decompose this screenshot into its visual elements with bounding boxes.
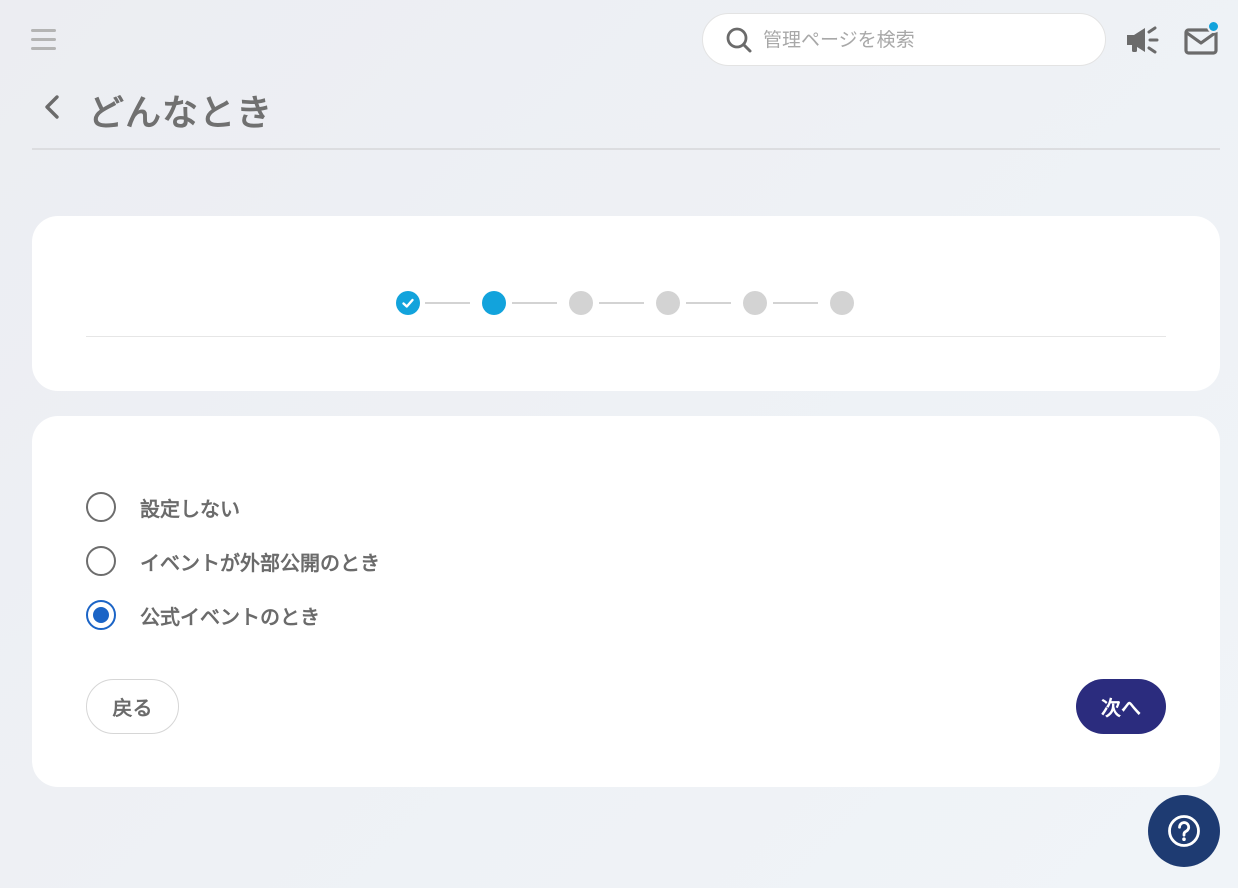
title-divider [32, 148, 1220, 150]
step-2-current [482, 291, 506, 315]
step-3 [569, 291, 593, 315]
page-title: どんなとき [88, 93, 274, 134]
progress-stepper [396, 291, 856, 315]
radio-label: 公式イベントのとき [140, 604, 320, 629]
search-input[interactable] [763, 28, 1083, 51]
step-1-completed [396, 291, 420, 315]
menu-icon-line [31, 38, 56, 41]
announcements-button[interactable] [1124, 24, 1160, 56]
step-connector [686, 302, 731, 304]
help-icon [1168, 815, 1200, 847]
step-connector [599, 302, 644, 304]
menu-icon-line [31, 47, 56, 50]
stepper-divider [86, 336, 1166, 337]
step-connector [425, 302, 470, 304]
stepper-card [32, 216, 1220, 391]
radio-label: イベントが外部公開のとき [140, 550, 380, 575]
megaphone-icon [1127, 26, 1159, 54]
step-connector [773, 302, 818, 304]
search-bar[interactable] [702, 13, 1106, 66]
step-5 [743, 291, 767, 315]
step-4 [656, 291, 680, 315]
radio-button[interactable] [86, 492, 116, 522]
radio-label: 設定しない [140, 496, 240, 521]
radio-option-public-event[interactable]: イベントが外部公開のとき [86, 546, 380, 576]
menu-button[interactable] [30, 27, 58, 51]
form-card: 設定しない イベントが外部公開のとき 公式イベントのとき 戻る 次へ [32, 416, 1220, 787]
step-connector [512, 302, 557, 304]
radio-option-none[interactable]: 設定しない [86, 492, 240, 522]
search-icon [726, 27, 752, 52]
back-button[interactable]: 戻る [86, 679, 179, 734]
back-arrow-button[interactable] [38, 90, 68, 124]
unread-badge [1207, 20, 1220, 33]
check-icon [402, 298, 414, 308]
radio-option-official-event[interactable]: 公式イベントのとき [86, 600, 320, 630]
next-button[interactable]: 次へ [1076, 679, 1166, 734]
menu-icon-line [31, 29, 56, 32]
chevron-left-icon [45, 95, 59, 119]
radio-button-selected[interactable] [86, 600, 116, 630]
step-6 [830, 291, 854, 315]
radio-button[interactable] [86, 546, 116, 576]
messages-button[interactable] [1184, 20, 1222, 58]
help-button[interactable] [1148, 795, 1220, 867]
